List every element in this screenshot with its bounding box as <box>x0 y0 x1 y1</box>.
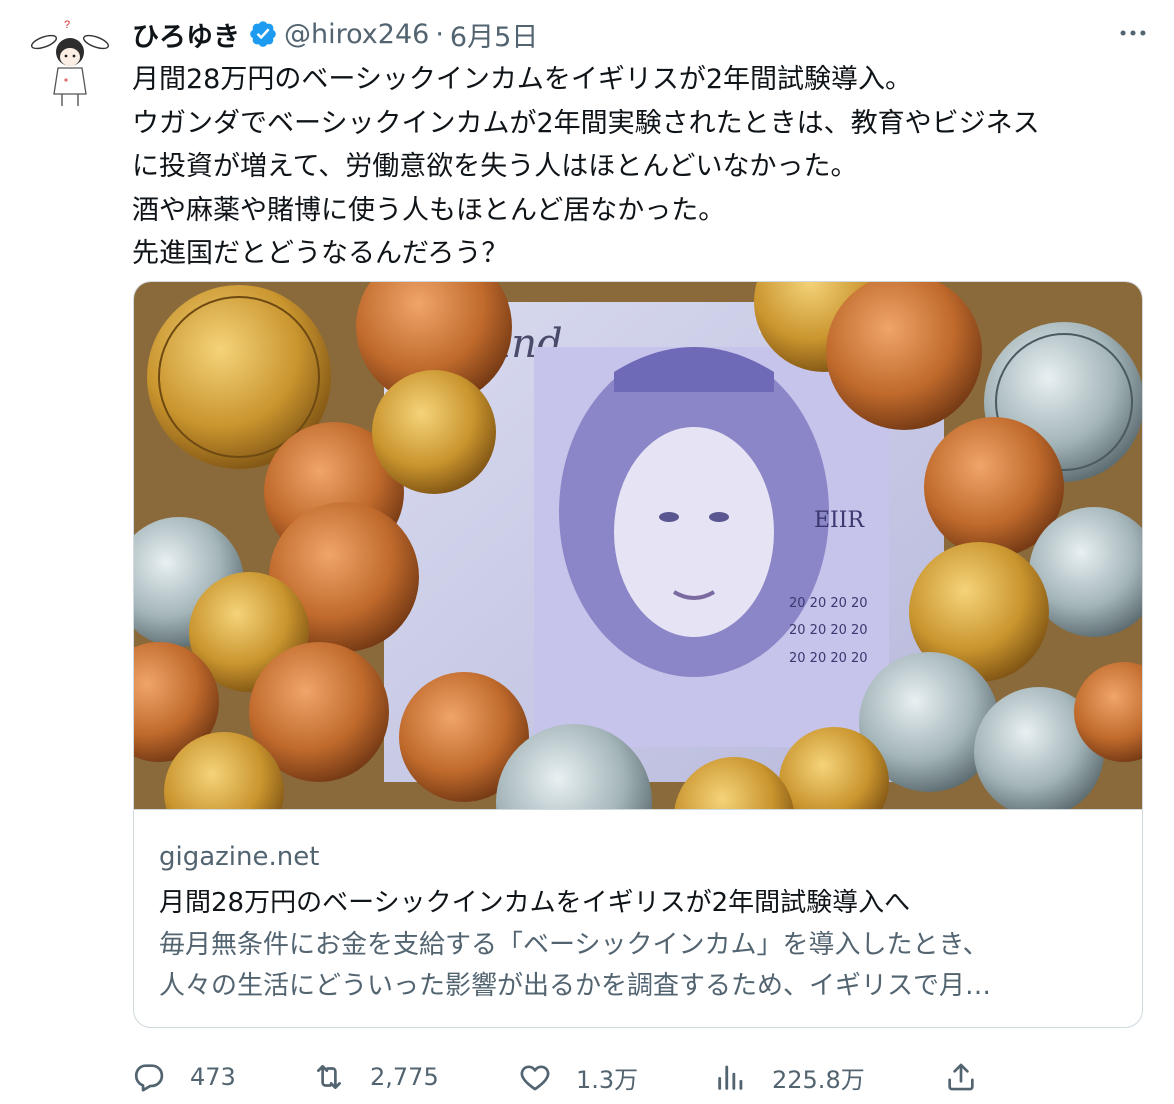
tweet-text: 月間28万円のベーシックインカムをイギリスが2年間試験導入。 ウガンダでベーシッ… <box>132 58 1152 276</box>
views-chart-icon <box>718 1065 743 1090</box>
link-preview-card[interactable]: England 20 EIIR 20 20 20 20 20 20 20 20 … <box>133 281 1143 1028</box>
tweet-line: 酒や麻薬や賭博に使う人もほとんど居なかった。 <box>132 194 726 226</box>
heart-icon <box>520 1065 550 1091</box>
views-button[interactable]: 225.8万 <box>714 1053 865 1101</box>
tweet-actions: 473 2,775 1.3万 225.8万 <box>132 1053 1132 1101</box>
share-button[interactable] <box>944 1053 978 1101</box>
like-button[interactable]: 1.3万 <box>518 1053 638 1101</box>
retweet-count: 2,775 <box>370 1063 439 1091</box>
more-options-icon[interactable] <box>1116 16 1150 50</box>
tweet-line: 月間28万円のベーシックインカムをイギリスが2年間試験導入。 <box>132 64 912 95</box>
user-handle[interactable]: @hirox246 <box>284 19 429 50</box>
tweet-date[interactable]: 6月5日 <box>450 15 538 54</box>
svg-text:?: ? <box>64 19 70 31</box>
tweet-line: 先進国だとどうなるんだろう？ <box>132 238 509 269</box>
share-icon <box>948 1063 974 1091</box>
tweet-header: ひろゆき @hirox246 · 6月5日 <box>132 14 1154 54</box>
svg-text:20 20 20 20: 20 20 20 20 <box>789 651 868 666</box>
card-description-line: 人々の生活にどういった影響が出るかを調査するため、イギリスで月… <box>159 971 992 1001</box>
reply-button[interactable]: 473 <box>132 1053 236 1101</box>
card-title: 月間28万円のベーシックインカムをイギリスが2年間試験導入へ <box>159 888 911 918</box>
separator-dot: · <box>435 18 444 50</box>
retweet-button[interactable]: 2,775 <box>312 1053 439 1101</box>
reply-count: 473 <box>190 1063 236 1091</box>
bunny-character-icon: ? <box>22 14 118 110</box>
svg-text:EIIR: EIIR <box>814 508 865 533</box>
tweet-line: ウガンダでベーシックインカムが2年間実験されたときは、教育やビジネス <box>132 107 1040 139</box>
display-name[interactable]: ひろゆき <box>132 15 240 54</box>
retweet-icon <box>317 1065 341 1089</box>
reply-icon <box>134 1064 164 1092</box>
verified-badge-icon <box>250 21 276 47</box>
banknote-coins-image: England 20 EIIR 20 20 20 20 20 20 20 20 … <box>134 282 1142 809</box>
card-description-line: 毎月無条件にお金を支給する「ベーシックインカム」を導入したとき、 <box>159 930 989 960</box>
view-count: 225.8万 <box>772 1065 865 1094</box>
like-count: 1.3万 <box>576 1065 639 1094</box>
card-divider <box>134 809 1142 810</box>
avatar[interactable]: ? <box>22 14 118 110</box>
tweet-line: に投資が増えて、労働意欲を失う人はほとんどいなかった。 <box>132 151 858 182</box>
card-description: 毎月無条件にお金を支給する「ベーシックインカム」を導入したとき、 人々の生活にど… <box>159 925 1119 1007</box>
card-domain: gigazine.net <box>159 842 320 872</box>
svg-text:20 20 20 20: 20 20 20 20 <box>789 623 868 638</box>
svg-text:20 20 20 20: 20 20 20 20 <box>789 596 868 611</box>
